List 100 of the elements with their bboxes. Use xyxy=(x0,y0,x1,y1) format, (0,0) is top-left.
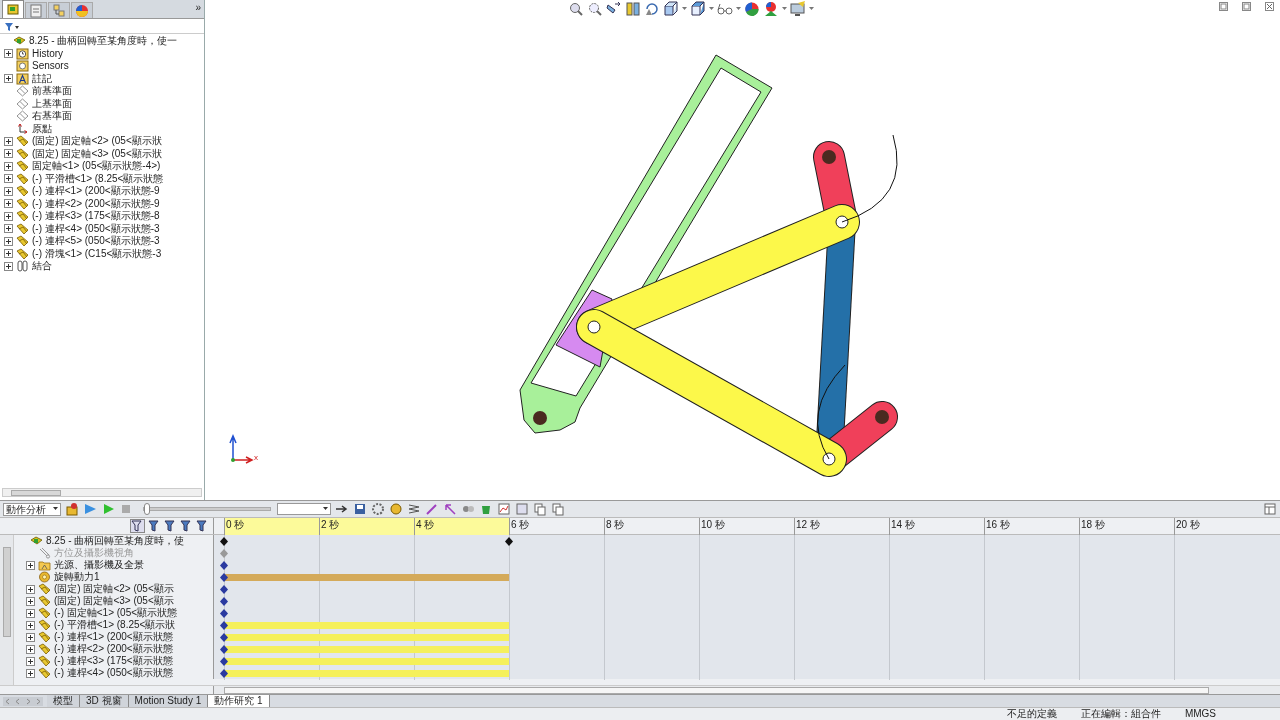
expand-icon[interactable] xyxy=(4,199,13,209)
tree-item[interactable]: (-) 滑塊<1> (C15<顯示狀態-3 xyxy=(32,248,162,259)
caret-icon[interactable] xyxy=(323,507,328,511)
filter-icon[interactable] xyxy=(180,520,193,532)
key-point-icon[interactable] xyxy=(220,573,228,582)
play-icon[interactable] xyxy=(83,502,97,516)
filter-icon[interactable] xyxy=(4,21,20,32)
panel-tab[interactable] xyxy=(71,2,93,18)
tree-item[interactable]: (固定) 固定軸<2> (05<顯示狀 xyxy=(32,136,162,147)
restore-icon[interactable] xyxy=(1219,2,1228,11)
tree-item[interactable]: 固定軸<1> (05<顯示狀態-4>) xyxy=(32,161,161,172)
tree-item[interactable]: 上基準面 xyxy=(32,98,72,109)
collapse-icon[interactable] xyxy=(1264,503,1276,515)
expand-icon[interactable] xyxy=(4,236,13,246)
panel-tab[interactable] xyxy=(2,0,24,18)
document-tab[interactable]: 3D 視窗 xyxy=(80,695,129,707)
expand-icon[interactable] xyxy=(26,644,35,654)
maximize-icon[interactable] xyxy=(1242,2,1251,11)
tree-item[interactable]: (-) 連桿<4> (050<顯示狀態-3 xyxy=(32,223,160,234)
document-tab[interactable]: 模型 xyxy=(47,695,80,707)
copy-icon[interactable] xyxy=(551,502,565,516)
zoom-area-icon[interactable] xyxy=(587,1,603,17)
key-point-icon[interactable] xyxy=(220,645,228,654)
zoom-icon[interactable] xyxy=(568,1,584,17)
expand-icon[interactable] xyxy=(26,668,35,678)
scene-icon[interactable] xyxy=(763,1,779,17)
tree-item[interactable]: History xyxy=(32,48,64,59)
tree-item[interactable]: (-) 連桿<3> (175<顯示狀態-8 xyxy=(32,211,160,222)
rotate-icon[interactable] xyxy=(644,1,660,17)
tree-item[interactable]: (固定) 固定軸<3> (05<顯示狀 xyxy=(32,148,162,159)
key-point-icon[interactable] xyxy=(220,621,228,630)
spring-icon[interactable] xyxy=(407,502,421,516)
filter-icon[interactable] xyxy=(130,519,145,533)
key-point-icon[interactable] xyxy=(220,537,228,546)
horizontal-scrollbar[interactable] xyxy=(214,686,1280,694)
expand-icon[interactable] xyxy=(4,174,13,184)
expand-icon[interactable] xyxy=(4,249,13,259)
expand-icon[interactable] xyxy=(4,136,13,146)
expand-icon[interactable] xyxy=(4,161,13,171)
key-point-icon[interactable] xyxy=(220,633,228,642)
tree-item[interactable]: 右基準面 xyxy=(32,111,72,122)
expand-icon[interactable] xyxy=(26,596,35,606)
units-button[interactable]: MMGS xyxy=(1184,709,1216,719)
document-tab[interactable]: 動作研究 1 xyxy=(208,695,270,707)
cube-icon[interactable] xyxy=(663,1,679,17)
key-point-icon[interactable] xyxy=(220,669,228,678)
key-point-icon[interactable] xyxy=(220,561,228,570)
expand-icon[interactable] xyxy=(4,49,13,59)
tree-item[interactable]: (-) 連桿<5> (050<顯示狀態-3 xyxy=(32,236,160,247)
filter-icon[interactable] xyxy=(148,520,161,532)
more-button[interactable]: » xyxy=(192,0,204,15)
document-tab[interactable]: Motion Study 1 xyxy=(128,695,209,707)
tree-item[interactable]: (-) 連桿<1> (200<顯示狀態-9 xyxy=(32,186,160,197)
slider-thumb[interactable] xyxy=(144,503,150,515)
key-point-icon[interactable] xyxy=(220,609,228,618)
pencil-icon[interactable] xyxy=(425,502,439,516)
key-point-icon[interactable] xyxy=(505,537,513,546)
calculate-icon[interactable] xyxy=(65,502,79,516)
glasses-icon[interactable] xyxy=(717,1,733,17)
expand-icon[interactable] xyxy=(4,149,13,159)
key-point-icon[interactable] xyxy=(220,585,228,594)
key-point-icon[interactable] xyxy=(220,597,228,606)
study-type-dropdown[interactable]: 動作分析 xyxy=(3,502,61,516)
tree-item[interactable]: (-) 連桿<2> (200<顯示狀態-9 xyxy=(32,198,160,209)
filter-icon[interactable] xyxy=(164,520,177,532)
chart-icon[interactable] xyxy=(497,502,511,516)
expand-icon[interactable] xyxy=(26,584,35,594)
arrow-icon[interactable] xyxy=(335,502,349,516)
tree-item[interactable]: 旋轉動力1 xyxy=(54,572,100,582)
close-icon[interactable] xyxy=(1265,2,1274,11)
tree-item[interactable]: (-) 平滑槽<1> (8.25<顯示狀態 xyxy=(32,173,164,184)
tree-item[interactable]: 結合 xyxy=(32,261,52,272)
expand-icon[interactable] xyxy=(4,74,13,84)
cube-icon[interactable] xyxy=(690,1,706,17)
copy-icon[interactable] xyxy=(533,502,547,516)
filter-icon[interactable] xyxy=(196,520,209,532)
vertical-scrollbar[interactable] xyxy=(0,535,14,685)
section-icon[interactable] xyxy=(625,1,641,17)
arrow-icon[interactable] xyxy=(443,502,457,516)
expand-icon[interactable] xyxy=(26,560,35,570)
expand-icon[interactable] xyxy=(4,224,13,234)
expand-icon[interactable] xyxy=(4,261,13,271)
tree-item[interactable]: Sensors xyxy=(32,61,69,72)
save-icon[interactable] xyxy=(353,502,367,516)
expand-icon[interactable] xyxy=(26,620,35,630)
expand-icon[interactable] xyxy=(26,608,35,618)
key-point-icon[interactable] xyxy=(220,657,228,666)
expand-icon[interactable] xyxy=(26,656,35,666)
horizontal-scrollbar[interactable] xyxy=(2,488,202,497)
tree-item[interactable]: 8.25 - 曲柄回轉至某角度時，使一 xyxy=(29,36,178,47)
tree-item[interactable]: 原點 xyxy=(32,123,52,134)
expand-icon[interactable] xyxy=(4,211,13,221)
motor-icon[interactable] xyxy=(389,502,403,516)
caret-icon[interactable] xyxy=(53,507,58,511)
monitor-icon[interactable] xyxy=(790,1,806,17)
sphere-icon[interactable] xyxy=(744,1,760,17)
expand-icon[interactable] xyxy=(4,186,13,196)
tree-item[interactable]: 註記 xyxy=(32,73,52,84)
tree-item[interactable]: 前基準面 xyxy=(32,86,72,97)
expand-icon[interactable] xyxy=(26,632,35,642)
